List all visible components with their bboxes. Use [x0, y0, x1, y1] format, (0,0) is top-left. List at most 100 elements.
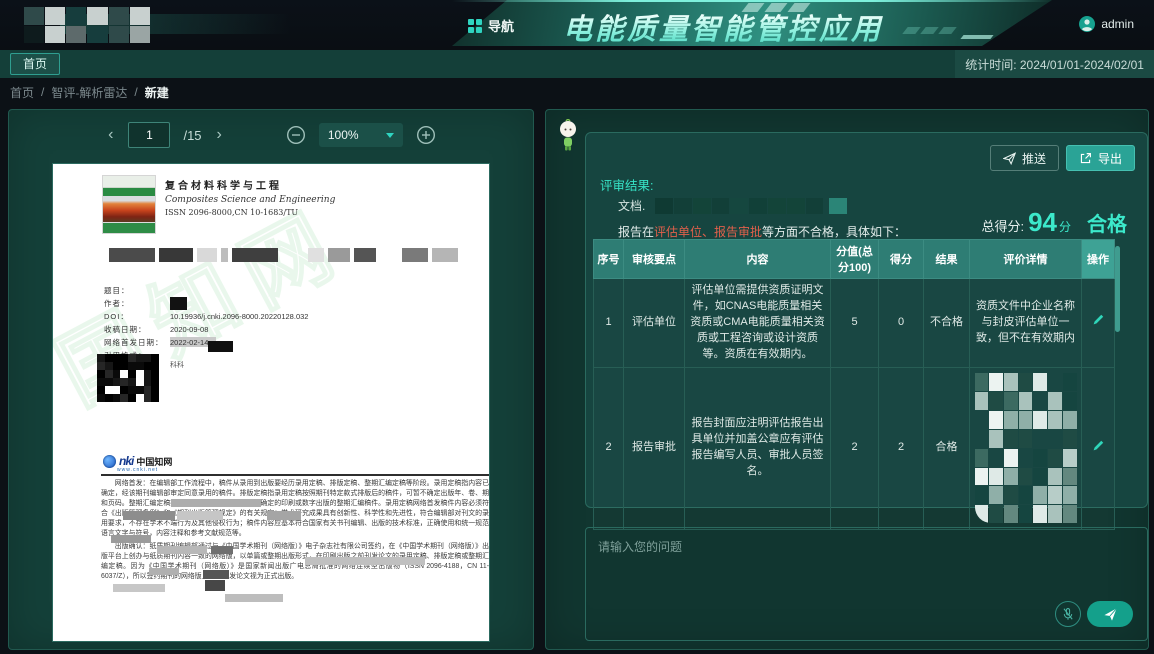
cell-point: 评估单位 — [624, 279, 685, 368]
redaction-block — [211, 546, 233, 554]
app-logo — [24, 7, 150, 43]
push-button[interactable]: 推送 — [990, 145, 1059, 171]
table-header-row: 序号 审核要点 内容 分值(总分100) 得分 结果 评价详情 操作 — [594, 240, 1115, 279]
table-row: 1 评估单位 评估单位需提供资质证明文件，如CNAS电能质量相关资质或CMA电能… — [594, 279, 1115, 368]
col-content: 内容 — [685, 240, 831, 279]
redaction-block — [225, 594, 283, 602]
next-page-button[interactable]: › — [215, 127, 224, 143]
username: admin — [1101, 17, 1134, 31]
zoom-in-button[interactable] — [416, 125, 436, 145]
cell-point: 报告审批 — [624, 367, 685, 529]
top-bar: 导航 电能质量智能管控应用 admin — [0, 0, 1154, 50]
cell-content: 评估单位需提供资质证明文件，如CNAS电能质量相关资质或CMA电能质量相关资质或… — [685, 279, 831, 368]
zoom-level-value: 100% — [328, 128, 359, 142]
review-table: 序号 审核要点 内容 分值(总分100) 得分 结果 评价详情 操作 1 评估单… — [593, 239, 1115, 530]
breadcrumb-current: 新建 — [145, 84, 169, 101]
question-input[interactable] — [586, 528, 1147, 598]
viewer-toolbar: ‹ /15 › 100% — [9, 122, 533, 148]
stats-time: 统计时间: 2024/01/01-2024/02/01 — [955, 50, 1154, 78]
zoom-out-button[interactable] — [286, 125, 306, 145]
export-icon — [1079, 152, 1092, 165]
qr-code — [97, 354, 159, 402]
breadcrumb-module[interactable]: 智评-解析雷达 — [51, 84, 127, 101]
send-plane-icon — [1103, 607, 1118, 622]
pdf-viewer-panel: ‹ /15 › 100% 中国知网 复合材料科学与工程 Composites S… — [8, 109, 534, 650]
redaction-block — [123, 511, 175, 520]
mic-muted-icon — [1061, 607, 1075, 621]
field-label: 题目： — [104, 285, 170, 296]
redaction-block — [171, 499, 261, 507]
caret-down-icon — [386, 133, 394, 138]
voice-input-button[interactable] — [1055, 601, 1081, 627]
send-button[interactable] — [1087, 601, 1133, 627]
table-row: 2 报告审批 报告封面应注明评估报告出具单位并加盖公章应有评估报告编写人员、审批… — [594, 367, 1115, 529]
pencil-icon — [1092, 313, 1105, 326]
journal-issn: ISSN 2096-8000,CN 10-1683/TU — [165, 208, 335, 217]
minus-circle-icon — [286, 125, 306, 145]
field-label: 收稿日期： — [104, 324, 170, 335]
cell-detail: 资质文件中企业名称与封皮评估单位一致，但不在有效期内 — [970, 279, 1082, 368]
redaction-block — [111, 535, 151, 543]
question-input-card — [585, 527, 1148, 641]
table-scrollbar-thumb[interactable] — [1115, 246, 1120, 332]
cnki-logo-text: nki — [119, 454, 133, 468]
cell-score-value: 2 — [831, 367, 879, 529]
document-line: 文档. — [618, 197, 847, 214]
col-score: 得分 — [879, 240, 924, 279]
user-menu[interactable]: admin — [1079, 16, 1134, 32]
col-operation: 操作 — [1082, 240, 1115, 279]
assistant-mascot-icon — [556, 119, 580, 168]
citation-fragment: 科科 — [170, 360, 184, 370]
export-label: 导出 — [1098, 150, 1122, 167]
total-score-label: 总得分: — [981, 216, 1024, 235]
cell-score-value: 5 — [831, 279, 879, 368]
plus-circle-icon — [416, 125, 436, 145]
breadcrumb-separator: / — [134, 85, 137, 99]
cell-no: 1 — [594, 279, 624, 368]
redacted-evidence-image — [975, 373, 1077, 523]
review-summary: 报告在评估单位、报告审批等方面不合格，具体如下： — [618, 223, 906, 240]
redaction-block — [305, 557, 425, 565]
cell-no: 2 — [594, 367, 624, 529]
paragraph: 网络首发：在编辑部工作流程中，稿件从录用到出版要经历录用定稿、排版定稿、整期汇编… — [101, 479, 489, 539]
page-number-input[interactable] — [128, 122, 170, 148]
redaction-block — [208, 341, 233, 352]
review-result-label: 评审结果: — [600, 175, 653, 194]
breadcrumb: 首页 / 智评-解析雷达 / 新建 — [0, 78, 1154, 106]
cell-content: 报告封面应注明评估报告出具单位并加盖公章应有评估报告编写人员、审批人员签名。 — [685, 367, 831, 529]
user-avatar-icon — [1079, 16, 1095, 32]
push-label: 推送 — [1022, 150, 1046, 167]
nav-menu-button[interactable]: 导航 — [468, 16, 514, 35]
review-panel: 推送 导出 评审结果: 文档. 报告在评估单位、报告审批等方面不合格，具体如下：… — [545, 109, 1149, 650]
col-no: 序号 — [594, 240, 624, 279]
redaction-block — [829, 198, 847, 214]
journal-header: 复合材料科学与工程 Composites Science and Enginee… — [165, 177, 335, 217]
cell-score: 2 — [879, 367, 924, 529]
zoom-level-select[interactable]: 100% — [319, 123, 403, 147]
redaction-block — [157, 546, 207, 554]
col-point: 审核要点 — [624, 240, 685, 279]
send-plane-icon — [1003, 152, 1016, 165]
total-score: 总得分: 94 分 合格 — [981, 207, 1127, 238]
review-result-card: 推送 导出 评审结果: 文档. 报告在评估单位、报告审批等方面不合格，具体如下：… — [585, 132, 1148, 508]
journal-cover-thumbnail — [103, 176, 155, 233]
cell-result: 合格 — [924, 367, 970, 529]
cell-score: 0 — [879, 279, 924, 368]
breadcrumb-home[interactable]: 首页 — [10, 84, 34, 101]
total-score-unit: 分 — [1059, 218, 1071, 235]
banner-top-line — [452, 0, 1052, 2]
export-button[interactable]: 导出 — [1066, 145, 1135, 171]
cnki-name: 中国知网 — [136, 455, 172, 468]
divider-rule — [101, 474, 489, 476]
tab-bar: 首页 统计时间: 2024/01/01-2024/02/01 — [0, 50, 1154, 78]
edit-row-button[interactable] — [1092, 313, 1105, 326]
redaction-block — [205, 580, 225, 591]
pencil-icon — [1092, 439, 1105, 452]
cnki-globe-icon — [103, 455, 116, 468]
redaction-block — [149, 568, 179, 575]
prev-page-button[interactable]: ‹ — [106, 127, 115, 143]
edit-row-button[interactable] — [1092, 439, 1105, 452]
field-value: 2022-02-14 — [170, 338, 208, 347]
tab-home[interactable]: 首页 — [10, 53, 60, 75]
redaction-block — [170, 297, 187, 310]
